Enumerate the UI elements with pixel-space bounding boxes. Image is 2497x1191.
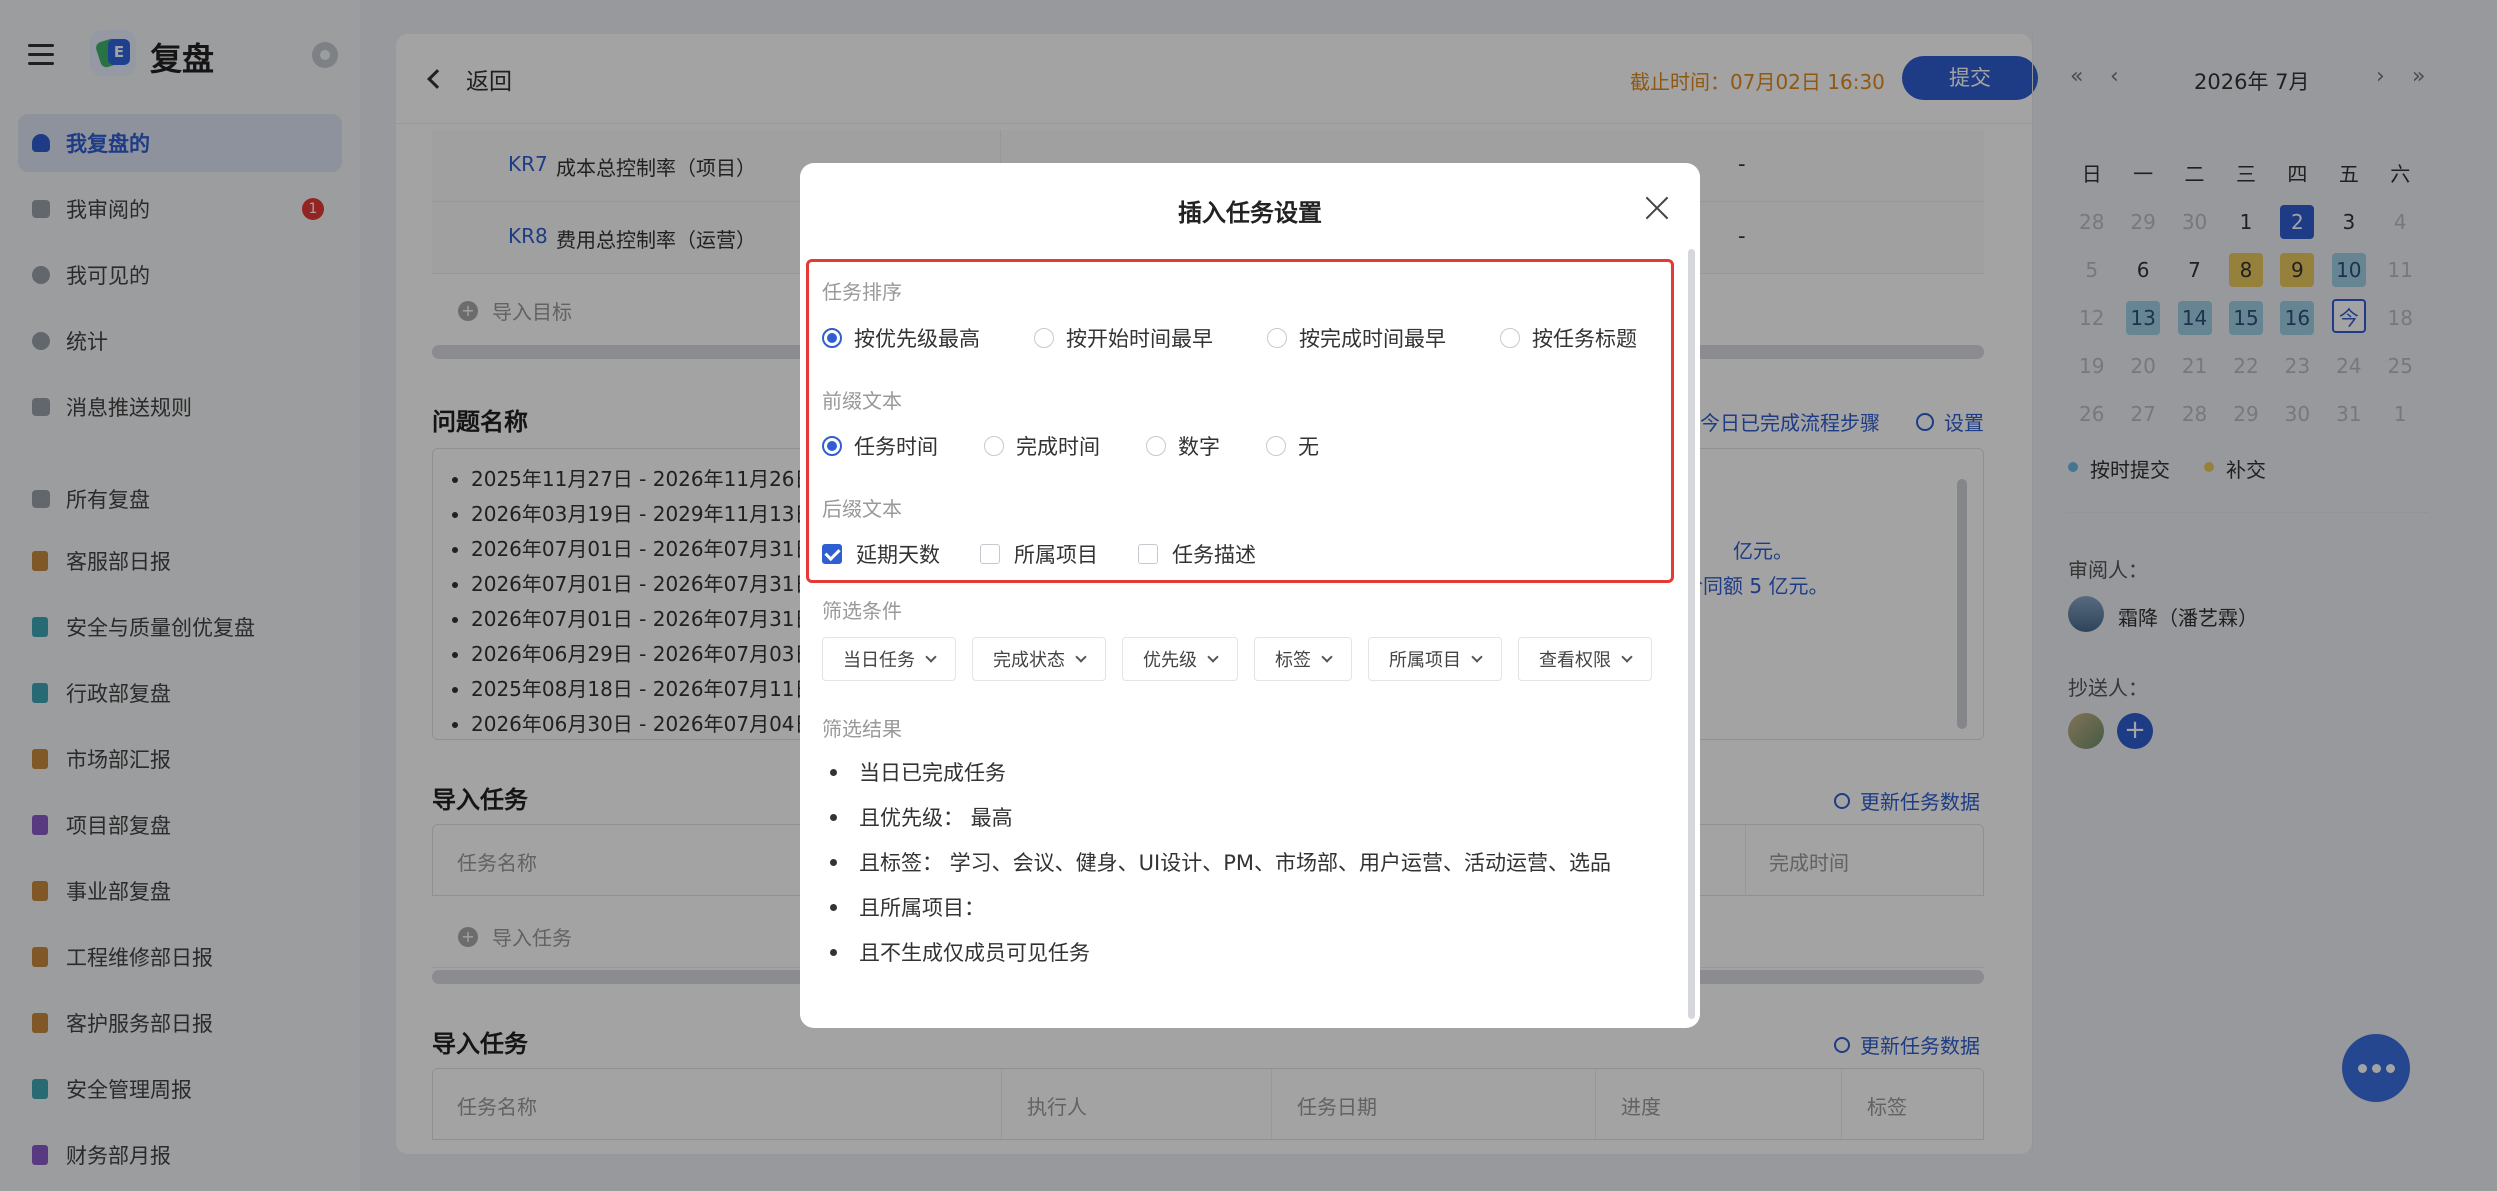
result-text: 且所属项目：: [859, 896, 985, 920]
chevron-down-icon: [1207, 651, 1219, 663]
result-item: 且不生成仅成员可见任务: [830, 937, 1090, 967]
filter-dropdown[interactable]: 优先级: [1122, 637, 1238, 681]
radio-option[interactable]: 无: [1266, 431, 1319, 461]
radio-option[interactable]: 按开始时间最早: [1034, 323, 1213, 353]
result-text: 且优先级： 最高: [859, 806, 1013, 830]
radio-button[interactable]: [1266, 436, 1286, 456]
radio-label: 按开始时间最早: [1066, 327, 1213, 351]
highlight-box: [806, 259, 1674, 583]
filter-label: 完成状态: [993, 650, 1065, 671]
radio-button[interactable]: [1267, 328, 1287, 348]
result-item: 且优先级： 最高: [830, 802, 1013, 832]
filter-label: 查看权限: [1539, 650, 1611, 671]
result-item: 当日已完成任务: [830, 757, 1006, 787]
checkbox[interactable]: [1138, 544, 1158, 564]
chevron-down-icon: [1075, 651, 1087, 663]
radio-label: 完成时间: [1016, 435, 1100, 459]
filter-dropdown[interactable]: 完成状态: [972, 637, 1106, 681]
result-item: 且标签： 学习、会议、健身、UI设计、PM、市场部、用户运营、活动运营、选品: [830, 847, 1611, 877]
bullet: [830, 948, 837, 956]
radio-option[interactable]: 按任务标题: [1500, 323, 1637, 353]
radio-option[interactable]: 任务时间: [822, 431, 938, 461]
result-label: 筛选结果: [822, 717, 902, 741]
insert-task-settings-modal: 插入任务设置 任务排序 按优先级最高 按开始时间最早 按完成时间最早 按任务标题 前缀…: [800, 163, 1700, 1028]
result-item: 且所属项目：: [830, 892, 985, 922]
bullet: [830, 768, 837, 776]
sort-label: 任务排序: [822, 280, 902, 304]
radio-label: 无: [1298, 435, 1319, 459]
filter-label: 标签: [1275, 650, 1311, 671]
checkbox-label: 任务描述: [1172, 543, 1256, 567]
radio-button[interactable]: [984, 436, 1004, 456]
result-text: 当日已完成任务: [859, 761, 1006, 785]
modal-title: 插入任务设置: [1178, 199, 1322, 227]
bullet: [830, 903, 837, 911]
checkbox[interactable]: [822, 544, 842, 564]
chevron-down-icon: [1471, 651, 1483, 663]
chevron-down-icon: [1621, 651, 1633, 663]
radio-button[interactable]: [1146, 436, 1166, 456]
radio-button[interactable]: [822, 328, 842, 348]
prefix-label: 前缀文本: [822, 389, 902, 413]
radio-button[interactable]: [1500, 328, 1520, 348]
checkbox[interactable]: [980, 544, 1000, 564]
bullet: [830, 813, 837, 821]
radio-label: 任务时间: [854, 435, 938, 459]
radio-button[interactable]: [1034, 328, 1054, 348]
filter-bar: 当日任务 完成状态 优先级 标签 所属项目 查看权限: [822, 637, 1668, 681]
radio-option[interactable]: 按优先级最高: [822, 323, 980, 353]
suffix-label: 后缀文本: [822, 497, 902, 521]
radio-option[interactable]: 数字: [1146, 431, 1220, 461]
sort-options: 按优先级最高 按开始时间最早 按完成时间最早 按任务标题: [822, 323, 1637, 353]
filter-label: 优先级: [1143, 650, 1197, 671]
checkbox-option[interactable]: 任务描述: [1138, 539, 1256, 569]
radio-label: 按优先级最高: [854, 327, 980, 351]
filter-dropdown[interactable]: 当日任务: [822, 637, 956, 681]
checkbox-option[interactable]: 所属项目: [980, 539, 1098, 569]
suffix-options: 延期天数 所属项目 任务描述: [822, 539, 1296, 569]
filter-dropdown[interactable]: 标签: [1254, 637, 1352, 681]
prefix-options: 任务时间 完成时间 数字 无: [822, 431, 1319, 461]
chevron-down-icon: [925, 651, 937, 663]
filter-dropdown[interactable]: 查看权限: [1518, 637, 1652, 681]
checkbox-label: 延期天数: [856, 543, 940, 567]
filter-label: 所属项目: [1389, 650, 1461, 671]
checkbox-label: 所属项目: [1014, 543, 1098, 567]
radio-option[interactable]: 完成时间: [984, 431, 1100, 461]
checkbox-option[interactable]: 延期天数: [822, 539, 940, 569]
modal-scrollbar[interactable]: [1688, 249, 1695, 1019]
filter-label: 筛选条件: [822, 599, 902, 623]
result-text: 且不生成仅成员可见任务: [859, 941, 1090, 965]
radio-label: 数字: [1178, 435, 1220, 459]
result-text: 且标签： 学习、会议、健身、UI设计、PM、市场部、用户运营、活动运营、选品: [859, 851, 1612, 875]
radio-label: 按完成时间最早: [1299, 327, 1446, 351]
radio-option[interactable]: 按完成时间最早: [1267, 323, 1446, 353]
filter-dropdown[interactable]: 所属项目: [1368, 637, 1502, 681]
radio-button[interactable]: [822, 436, 842, 456]
radio-label: 按任务标题: [1532, 327, 1637, 351]
close-icon[interactable]: [1644, 195, 1670, 221]
filter-label: 当日任务: [843, 650, 915, 671]
chevron-down-icon: [1321, 651, 1333, 663]
bullet: [830, 858, 837, 866]
